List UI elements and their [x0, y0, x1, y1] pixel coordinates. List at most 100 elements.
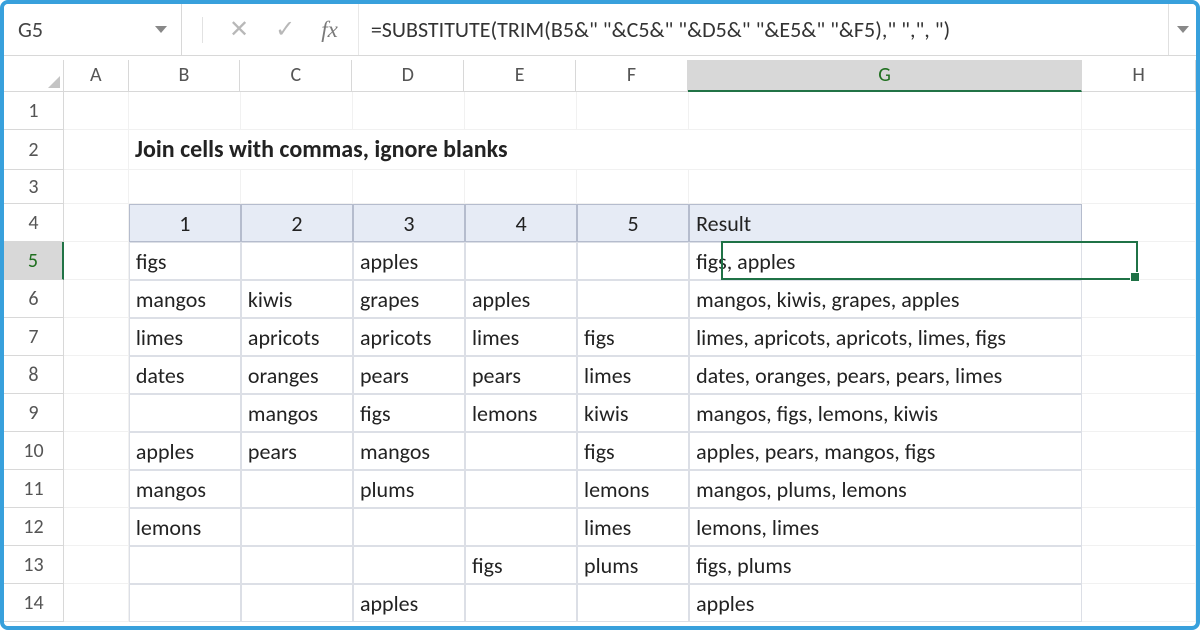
cell[interactable]	[241, 92, 353, 130]
row-header-10[interactable]: 10	[4, 432, 64, 470]
name-box[interactable]: G5	[12, 14, 153, 45]
expand-formula-bar-icon[interactable]	[1168, 4, 1196, 55]
data-cell[interactable]: figs	[577, 432, 689, 470]
column-header-D[interactable]: D	[352, 60, 464, 92]
data-cell[interactable]: limes	[465, 318, 577, 356]
data-cell[interactable]: plums	[353, 470, 465, 508]
data-cell[interactable]: oranges	[241, 356, 353, 394]
data-cell[interactable]: figs	[353, 394, 465, 432]
row-header-12[interactable]: 12	[4, 508, 64, 546]
enter-icon[interactable]: ✓	[275, 15, 295, 44]
cancel-icon[interactable]: ✕	[229, 15, 249, 44]
table-header[interactable]: 5	[577, 204, 689, 242]
title-cell[interactable]: Join cells with commas, ignore blanks	[129, 130, 1082, 170]
data-cell[interactable]: pears	[465, 356, 577, 394]
data-cell[interactable]: mangos	[241, 394, 353, 432]
table-header[interactable]: 1	[129, 204, 241, 242]
row-header-7[interactable]: 7	[4, 318, 64, 356]
data-cell[interactable]	[577, 584, 689, 622]
result-cell[interactable]: apples	[689, 584, 1082, 622]
data-cell[interactable]: pears	[241, 432, 353, 470]
data-cell[interactable]	[241, 584, 353, 622]
result-cell[interactable]: mangos, plums, lemons	[689, 470, 1082, 508]
data-cell[interactable]	[577, 280, 689, 318]
cell[interactable]	[353, 92, 465, 130]
data-cell[interactable]: limes	[577, 356, 689, 394]
data-cell[interactable]: apples	[353, 242, 465, 280]
row-header-1[interactable]: 1	[4, 92, 64, 130]
table-header-result[interactable]: Result	[689, 204, 1082, 242]
column-header-B[interactable]: B	[129, 60, 241, 92]
data-cell[interactable]: mangos	[129, 280, 241, 318]
result-cell[interactable]: dates, oranges, pears, pears, limes	[689, 356, 1082, 394]
column-header-A[interactable]: A	[64, 60, 129, 92]
data-cell[interactable]	[241, 508, 353, 546]
data-cell[interactable]	[353, 508, 465, 546]
row-header-8[interactable]: 8	[4, 356, 64, 394]
result-cell[interactable]: apples, pears, mangos, figs	[689, 432, 1082, 470]
column-header-E[interactable]: E	[464, 60, 576, 92]
data-cell[interactable]: pears	[353, 356, 465, 394]
data-cell[interactable]: limes	[129, 318, 241, 356]
formula-input[interactable]: =SUBSTITUTE(TRIM(B5&" "&C5&" "&D5&" "&E5…	[359, 4, 1168, 55]
table-header[interactable]: 4	[465, 204, 577, 242]
result-cell[interactable]: limes, apricots, apricots, limes, figs	[689, 318, 1082, 356]
data-cell[interactable]: figs	[465, 546, 577, 584]
data-cell[interactable]: grapes	[353, 280, 465, 318]
column-header-F[interactable]: F	[576, 60, 688, 92]
column-header-H[interactable]: H	[1082, 60, 1196, 92]
cell[interactable]	[1082, 92, 1196, 130]
data-cell[interactable]	[241, 470, 353, 508]
row-header-14[interactable]: 14	[4, 584, 64, 622]
row-header-6[interactable]: 6	[4, 280, 64, 318]
data-cell[interactable]: lemons	[129, 508, 241, 546]
data-cell[interactable]	[241, 242, 353, 280]
result-cell[interactable]: mangos, figs, lemons, kiwis	[689, 394, 1082, 432]
data-cell[interactable]	[465, 470, 577, 508]
data-cell[interactable]: apples	[353, 584, 465, 622]
data-cell[interactable]	[465, 584, 577, 622]
data-cell[interactable]: dates	[129, 356, 241, 394]
column-header-C[interactable]: C	[240, 60, 352, 92]
table-header[interactable]: 2	[241, 204, 353, 242]
column-header-G[interactable]: G	[688, 60, 1082, 92]
data-cell[interactable]	[241, 546, 353, 584]
data-cell[interactable]: mangos	[129, 470, 241, 508]
cell[interactable]	[64, 92, 129, 130]
cell[interactable]	[689, 92, 1082, 130]
cell-grid[interactable]: Join cells with commas, ignore blanks 123…	[64, 92, 1196, 626]
cell[interactable]	[129, 92, 241, 130]
data-cell[interactable]: kiwis	[241, 280, 353, 318]
row-header-13[interactable]: 13	[4, 546, 64, 584]
row-header-5[interactable]: 5	[4, 242, 64, 280]
data-cell[interactable]: apples	[465, 280, 577, 318]
table-header[interactable]: 3	[353, 204, 465, 242]
data-cell[interactable]: plums	[577, 546, 689, 584]
row-header-9[interactable]: 9	[4, 394, 64, 432]
data-cell[interactable]: limes	[577, 508, 689, 546]
select-all-triangle[interactable]	[4, 60, 64, 92]
data-cell[interactable]: mangos	[353, 432, 465, 470]
data-cell[interactable]: apples	[129, 432, 241, 470]
data-cell[interactable]: kiwis	[577, 394, 689, 432]
cell[interactable]	[577, 92, 689, 130]
data-cell[interactable]	[465, 242, 577, 280]
data-cell[interactable]: lemons	[577, 470, 689, 508]
row-header-3[interactable]: 3	[4, 170, 64, 204]
data-cell[interactable]	[129, 546, 241, 584]
result-cell[interactable]: figs, plums	[689, 546, 1082, 584]
data-cell[interactable]: apricots	[353, 318, 465, 356]
row-header-2[interactable]: 2	[4, 130, 64, 170]
data-cell[interactable]: lemons	[465, 394, 577, 432]
result-cell[interactable]: lemons, limes	[689, 508, 1082, 546]
result-cell[interactable]: mangos, kiwis, grapes, apples	[689, 280, 1082, 318]
data-cell[interactable]	[129, 584, 241, 622]
data-cell[interactable]	[577, 242, 689, 280]
data-cell[interactable]: apricots	[241, 318, 353, 356]
cell[interactable]	[465, 92, 577, 130]
data-cell[interactable]: figs	[129, 242, 241, 280]
data-cell[interactable]	[465, 508, 577, 546]
data-cell[interactable]	[353, 546, 465, 584]
row-header-4[interactable]: 4	[4, 204, 64, 242]
fx-icon[interactable]: fx	[321, 17, 338, 43]
